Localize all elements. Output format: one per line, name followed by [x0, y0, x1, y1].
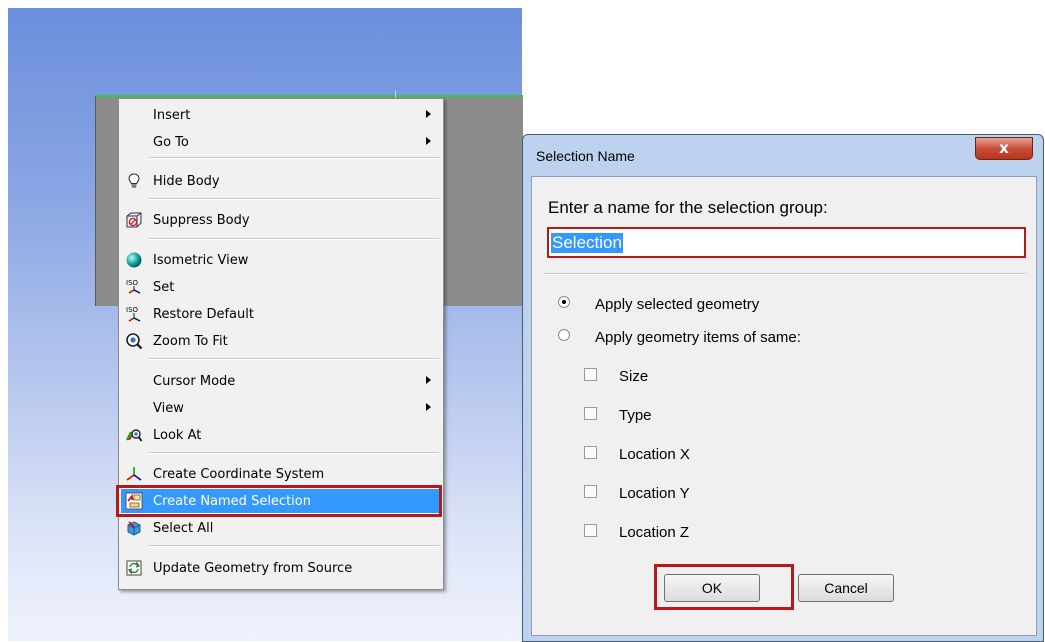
submenu-arrow-icon: [426, 137, 431, 145]
svg-text:ISO: ISO: [126, 279, 139, 287]
select-all-icon: [127, 521, 141, 536]
coordinate-system-icon: [126, 467, 142, 481]
selection-name-input[interactable]: Selection: [547, 227, 1026, 258]
isometric-sphere-icon: [126, 252, 142, 268]
apply-selected-radio[interactable]: [558, 296, 570, 308]
size-checkbox[interactable]: [584, 368, 597, 381]
menu-item-label: View: [153, 401, 184, 416]
menu-item-restore-default[interactable]: ISO Restore Default: [121, 302, 441, 326]
menu-item-select-all[interactable]: Select All: [121, 516, 441, 540]
menu-item-set[interactable]: ISO Set: [121, 275, 441, 299]
iso-restore-icon: ISO: [126, 306, 141, 322]
zoom-to-fit-icon: [126, 333, 143, 350]
menu-item-label: Insert: [153, 108, 191, 123]
svg-text:ISO: ISO: [126, 306, 139, 314]
location-z-checkbox[interactable]: [584, 524, 597, 537]
menu-item-look-at[interactable]: Look At: [121, 423, 441, 447]
menu-item-label: Create Coordinate System: [153, 467, 325, 482]
menu-separator: [149, 452, 439, 454]
menu-item-label: Restore Default: [153, 307, 254, 322]
menu-item-suppress-body[interactable]: Suppress Body: [121, 208, 441, 232]
menu-item-label: Suppress Body: [153, 213, 250, 228]
selection-name-value: Selection: [551, 233, 623, 253]
close-button[interactable]: x: [975, 137, 1033, 160]
menu-item-insert[interactable]: Insert: [121, 103, 441, 127]
name-prompt-label: Enter a name for the selection group:: [548, 198, 828, 217]
menu-item-label: Hide Body: [153, 174, 220, 189]
menu-item-isometric-view[interactable]: Isometric View: [121, 248, 441, 272]
location-z-checkbox-label: Location Z: [619, 524, 690, 541]
menu-separator: [149, 157, 439, 159]
menu-item-cursor-mode[interactable]: Cursor Mode: [121, 369, 441, 393]
submenu-arrow-icon: [426, 403, 431, 411]
menu-item-zoom-to-fit[interactable]: Zoom To Fit: [121, 329, 441, 353]
location-y-checkbox[interactable]: [584, 485, 597, 498]
apply-same-radio[interactable]: [558, 329, 570, 341]
dialog-separator: [544, 273, 1026, 275]
callout-highlight-box: [116, 485, 442, 517]
type-checkbox-label: Type: [619, 407, 652, 424]
submenu-arrow-icon: [426, 110, 431, 118]
menu-item-label: Update Geometry from Source: [153, 561, 353, 576]
submenu-arrow-icon: [426, 376, 431, 384]
callout-ok-box: [654, 564, 794, 610]
menu-item-label: Set: [153, 280, 175, 295]
lightbulb-icon: [128, 173, 140, 188]
menu-separator: [149, 198, 439, 200]
menu-item-label: Go To: [153, 135, 189, 150]
menu-separator: [149, 358, 439, 360]
location-x-checkbox[interactable]: [584, 446, 597, 459]
location-x-checkbox-label: Location X: [619, 446, 690, 463]
menu-separator: [149, 238, 439, 240]
menu-item-label: Cursor Mode: [153, 374, 236, 389]
dialog-title: Selection Name: [536, 148, 635, 164]
menu-item-update-geometry[interactable]: Update Geometry from Source: [121, 556, 441, 580]
menu-item-hide-body[interactable]: Hide Body: [121, 169, 441, 193]
type-checkbox[interactable]: [584, 407, 597, 420]
apply-same-label: Apply geometry items of same:: [595, 329, 801, 346]
update-geometry-icon: [126, 560, 142, 576]
menu-item-label: Look At: [153, 428, 202, 443]
close-icon: x: [999, 139, 1009, 157]
menu-item-label: Isometric View: [153, 253, 249, 268]
apply-selected-label: Apply selected geometry: [595, 296, 760, 313]
menu-item-label: Zoom To Fit: [153, 334, 228, 349]
menu-item-label: Select All: [153, 521, 214, 536]
look-at-icon: [126, 429, 143, 442]
menu-separator: [149, 545, 439, 547]
menu-item-go-to[interactable]: Go To: [121, 130, 441, 154]
menu-item-create-coordinate-system[interactable]: Create Coordinate System: [121, 462, 441, 486]
location-y-checkbox-label: Location Y: [619, 485, 690, 502]
cancel-button[interactable]: Cancel: [798, 574, 894, 602]
iso-set-icon: ISO: [126, 279, 141, 294]
size-checkbox-label: Size: [619, 368, 649, 385]
suppress-body-icon: [126, 212, 142, 228]
menu-item-view[interactable]: View: [121, 396, 441, 420]
